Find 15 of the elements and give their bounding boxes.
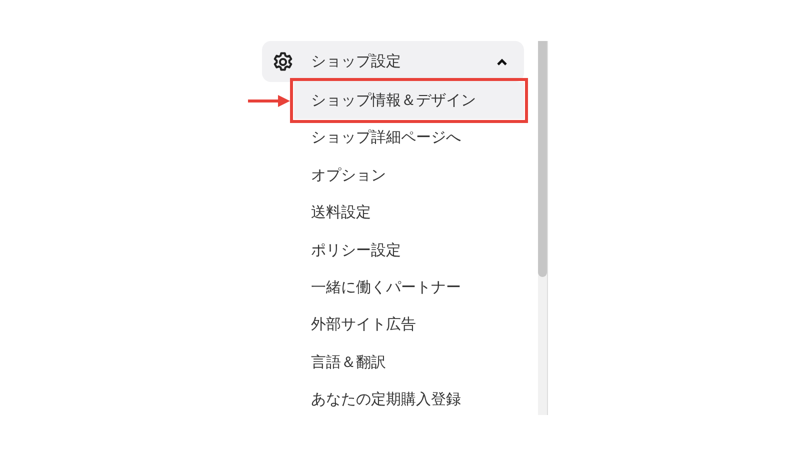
sidebar-item[interactable]: ショップ情報＆デザイン <box>294 82 524 120</box>
sidebar-item[interactable]: あなたの定期購入登録 <box>294 381 524 419</box>
sidebar-item[interactable]: 送料設定 <box>294 194 524 232</box>
section-title: ショップ設定 <box>311 52 402 71</box>
sidebar-item[interactable]: ポリシー設定 <box>294 232 524 269</box>
annotation-arrow <box>248 94 290 108</box>
scrollbar-thumb[interactable] <box>538 41 547 277</box>
sidebar-item[interactable]: 一緒に働くパートナー <box>294 268 524 306</box>
settings-icon <box>272 50 294 72</box>
section-header[interactable]: ショップ設定 <box>262 41 524 82</box>
sidebar-item[interactable]: ショップ詳細ページへ <box>294 119 524 157</box>
sidebar-item[interactable]: 外部サイト広告 <box>294 306 524 344</box>
sidebar-item[interactable]: オプション <box>294 156 524 194</box>
scrollbar[interactable] <box>538 41 548 415</box>
sidebar-item[interactable]: 言語＆翻訳 <box>294 344 524 382</box>
